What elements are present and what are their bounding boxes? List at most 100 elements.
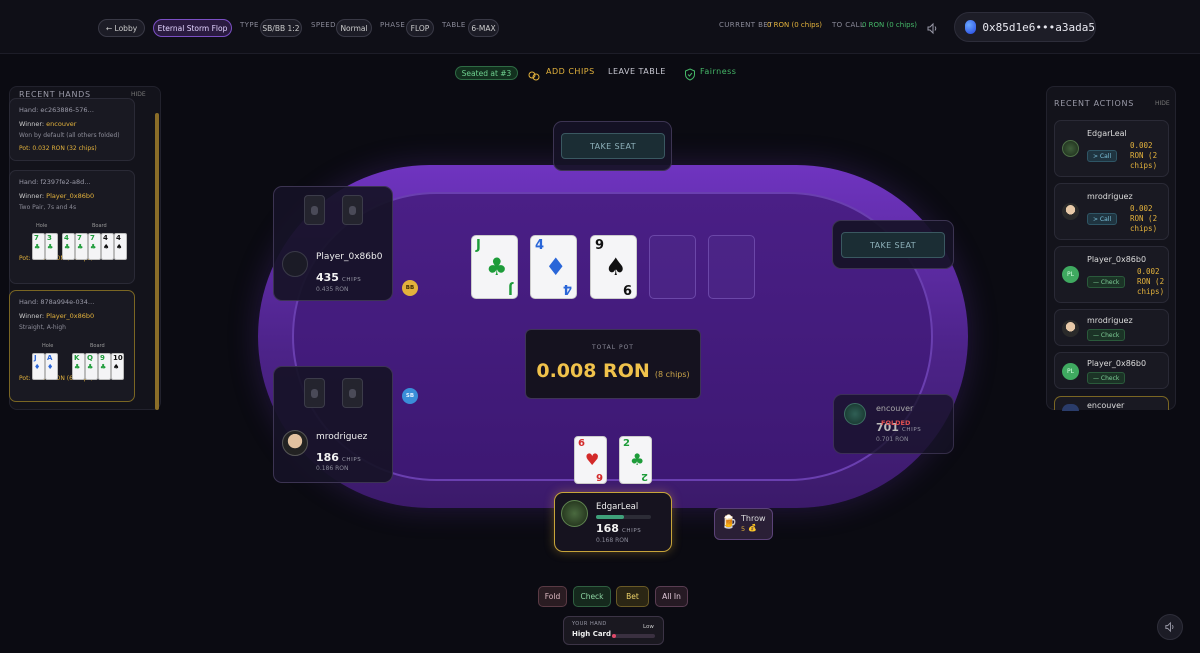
wallet-button[interactable]: 0x85d1e6•••a3ada5 — [954, 12, 1096, 42]
avatar: PL — [1062, 363, 1079, 380]
hand-strength-fill — [612, 634, 617, 638]
current-bet-label: CURRENT BET — [719, 21, 773, 29]
action-entry: PL Player_0x86b0 — Check — [1054, 352, 1169, 389]
card-back — [342, 378, 363, 408]
recent-actions-title: RECENT ACTIONS — [1054, 99, 1134, 108]
sound-toggle-icon[interactable] — [1157, 614, 1183, 640]
mini-card: K ♣ — [72, 353, 85, 380]
action-entry: mrodriguez > Call 0.002 RON (2 chips) — [1054, 183, 1169, 240]
player-ron: 0.701 RON — [876, 436, 909, 443]
hand-entry[interactable]: Hand: ec263886-576… Winner: encouver Won… — [9, 98, 135, 161]
hand-description: Straight, A-high — [19, 324, 66, 331]
hand-winner: Winner: Player_0x86b0 — [19, 192, 95, 200]
your-hand-value: High Card — [572, 630, 612, 638]
hand-id: Hand: ec263886-576… — [19, 106, 95, 114]
table-label: TABLE — [442, 21, 466, 29]
wallet-address: 0x85d1e6•••a3ada5 — [982, 20, 1095, 34]
fairness-link[interactable]: Fairness — [700, 67, 736, 76]
hole-card: 2 ♣ 2 — [619, 436, 652, 484]
hands-scrollbar[interactable] — [155, 113, 159, 410]
pot-amount: 0.008 RON (8 chips) — [536, 360, 690, 382]
action-badge: > Call — [1087, 150, 1118, 162]
avatar — [561, 500, 588, 527]
recent-actions-hide[interactable]: HIDE — [1155, 100, 1170, 107]
pot-label: TOTAL POT — [592, 344, 634, 351]
hole-label: Hole — [42, 343, 54, 349]
action-player: Player_0x86b0 — [1087, 255, 1147, 264]
action-badge: > Call — [1087, 213, 1118, 225]
board-card: J ♣ J — [471, 235, 518, 299]
leave-table-button[interactable]: LEAVE TABLE — [608, 67, 666, 76]
mini-card: 7 ♣ — [75, 233, 88, 260]
board-label: Board — [92, 223, 107, 229]
table-name-badge: Eternal Storm Flop — [153, 19, 232, 37]
shield-icon — [684, 66, 696, 81]
action-entry: mrodriguez — Check — [1054, 309, 1169, 346]
player-ron: 0.168 RON — [596, 537, 629, 544]
take-seat-right-button[interactable]: TAKE SEAT — [841, 232, 945, 258]
mini-card: 4 ♠ — [101, 233, 114, 260]
action-entry: PL Player_0x86b0 — Check 0.002 RON (2 ch… — [1054, 246, 1169, 303]
action-player: mrodriguez — [1087, 192, 1133, 201]
sound-icon[interactable] — [926, 20, 939, 35]
big-blind-marker: BB — [402, 280, 418, 296]
player-name: mrodriguez — [316, 432, 368, 442]
fold-button[interactable]: Fold — [538, 586, 567, 607]
type-value: SB/BB 1:2 — [260, 19, 302, 37]
add-chips-button[interactable]: ADD CHIPS — [546, 67, 595, 76]
hand-winner: Winner: Player_0x86b0 — [19, 312, 95, 320]
avatar — [1062, 140, 1079, 157]
hand-id: Hand: 878a994e-034… — [19, 298, 95, 306]
action-amount: 0.002 RON (2 chips) — [1130, 204, 1158, 233]
mini-card: J ♦ — [32, 353, 45, 380]
to-call-label: TO CALL — [832, 21, 865, 29]
bet-button[interactable]: Bet — [616, 586, 649, 607]
player-chips: 186 CHIPS — [316, 451, 362, 464]
avatar — [1062, 203, 1079, 220]
beer-icon: 🍺 — [721, 515, 738, 530]
action-entry: EdgarLeal > Call 0.002 RON (2 chips) — [1054, 120, 1169, 177]
action-player: mrodriguez — [1087, 316, 1133, 325]
throw-label: Throw — [741, 514, 766, 523]
speed-value: Normal — [336, 19, 372, 37]
lobby-button[interactable]: ← Lobby — [98, 19, 145, 37]
hand-description: Two Pair, 7s and 4s — [19, 204, 77, 211]
hand-id: Hand: f2397fe2-a8d… — [19, 178, 91, 186]
mini-card: A ♦ — [45, 353, 58, 380]
action-badge: — Check — [1087, 276, 1126, 288]
player-chips: 168 CHIPS — [596, 522, 642, 535]
avatar — [282, 251, 308, 277]
chips-icon — [528, 67, 540, 81]
board-card: 4 ♦ 4 — [530, 235, 577, 299]
player-ron: 0.186 RON — [316, 465, 349, 472]
empty-board-slot — [708, 235, 755, 299]
to-call-value: 0 RON (0 chips) — [862, 21, 917, 29]
player-name: encouver — [876, 404, 914, 413]
hand-entry[interactable]: Hand: f2397fe2-a8d… Winner: Player_0x86b… — [9, 170, 135, 284]
table-size-value: 6-MAX — [468, 19, 499, 37]
all-in-button[interactable]: All In — [655, 586, 688, 607]
hand-entry[interactable]: Hand: 878a994e-034… Winner: Player_0x86b… — [9, 290, 135, 402]
hand-winner: Winner: encouver — [19, 120, 77, 128]
action-badge: — Check — [1087, 329, 1126, 341]
mini-card: 4 ♠ — [114, 233, 127, 260]
card-back — [304, 195, 325, 225]
mini-card: 4 ♣ — [62, 233, 75, 260]
check-button[interactable]: Check — [573, 586, 611, 607]
avatar — [1062, 320, 1079, 337]
recent-hands-hide[interactable]: HIDE — [131, 91, 146, 98]
hand-strength-bar — [612, 634, 655, 638]
seated-badge: Seated at #3 — [455, 66, 518, 80]
mini-card: 7 ♣ — [88, 233, 101, 260]
your-hand-label: YOUR HAND — [572, 621, 607, 627]
wallet-icon — [965, 20, 977, 34]
card-back — [342, 195, 363, 225]
take-seat-top-button[interactable]: TAKE SEAT — [561, 133, 665, 159]
action-player: encouver — [1087, 401, 1125, 410]
avatar — [282, 430, 308, 456]
throw-cost: 5 — [741, 525, 746, 533]
mini-card: 10 ♠ — [111, 353, 124, 380]
board-label: Board — [90, 343, 105, 349]
type-label: TYPE — [240, 21, 259, 29]
phase-label: PHASE — [380, 21, 406, 29]
